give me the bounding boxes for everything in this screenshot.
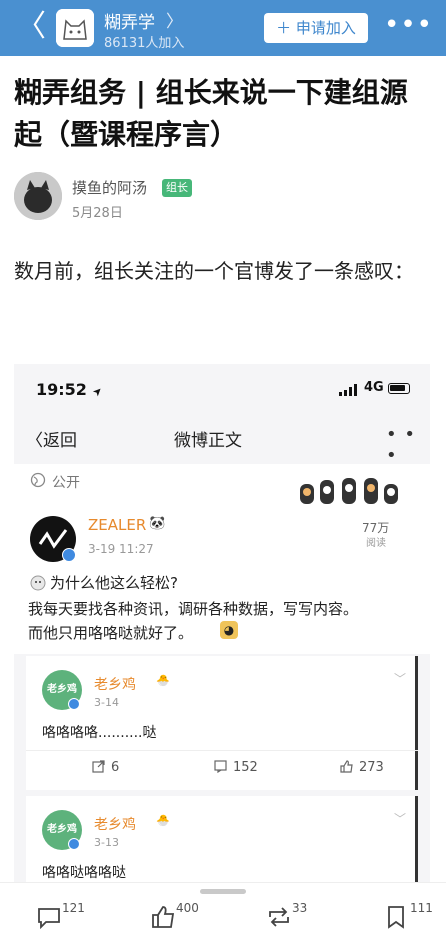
- comment-count: 121: [62, 901, 85, 915]
- verified-badge-icon: [62, 548, 76, 562]
- post-time: 3-19 11:27: [88, 542, 154, 556]
- drag-handle[interactable]: [200, 889, 246, 894]
- author-name[interactable]: 摸鱼的阿汤: [72, 177, 147, 198]
- repost-icon: [269, 907, 289, 927]
- post-line-1: 为什么他这么轻松?: [30, 572, 178, 593]
- article-title: 糊弄组务 | 组长来说一下建组源起（暨课程序言）: [14, 76, 408, 151]
- battery-icon: [388, 383, 410, 394]
- comment-date: 3-13: [94, 836, 119, 849]
- group-avatar[interactable]: [56, 9, 94, 47]
- more-options-button[interactable]: •••: [384, 10, 432, 44]
- thumbs-up-icon: [152, 906, 175, 928]
- group-member-count: 86131人加入: [104, 36, 185, 51]
- post-line-2: 我每天要找各种资讯，调研各种数据，写写内容。: [28, 600, 359, 618]
- signal-icon: [339, 384, 357, 396]
- collect-count: 111: [410, 901, 433, 915]
- comment-action[interactable]: 152: [214, 760, 258, 775]
- network-type: 4G: [364, 380, 384, 395]
- role-badge: 组长: [162, 179, 192, 197]
- post-author[interactable]: ZEALER: [88, 516, 146, 534]
- share-action[interactable]: 6: [92, 760, 119, 775]
- doge-emoji-icon: ◕: [220, 621, 238, 639]
- nav-title: 微博正文: [174, 431, 242, 451]
- group-chevron-icon[interactable]: 〉: [166, 7, 183, 32]
- chevron-down-icon[interactable]: ﹀: [394, 810, 406, 827]
- article-intro: 数月前，组长关注的一个官博发了一条感叹：: [14, 259, 414, 283]
- repost-count: 33: [292, 901, 308, 915]
- fan-badge-icon: 🐣: [156, 814, 170, 827]
- top-bar: 〈 糊弄学 〉 86131人加入 ＋ 申请加入 •••: [0, 0, 446, 56]
- comment-date: 3-14: [94, 696, 119, 709]
- visibility-label: 公开: [52, 475, 80, 491]
- verified-badge-icon: [68, 838, 80, 850]
- comment-text: 咯咯咯咯..........哒: [42, 725, 157, 741]
- comment-card: 老乡鸡 老乡鸡 🐣 3-13 ﹀ 咯咯哒咯咯哒: [26, 796, 418, 882]
- back-button[interactable]: 〈: [16, 10, 46, 44]
- cat-photo-icon: [14, 172, 62, 220]
- post-line-3: 而他只用咯咯哒就好了。: [28, 624, 194, 642]
- nav-back-button[interactable]: 〈返回: [26, 426, 77, 451]
- cat-logo-icon: [56, 9, 94, 47]
- chevron-down-icon[interactable]: ﹀: [394, 670, 406, 687]
- thinking-emoji-icon: [30, 575, 46, 591]
- like-count: 400: [176, 901, 199, 915]
- nav-more-icon[interactable]: • • •: [386, 424, 430, 466]
- share-icon: [92, 760, 105, 773]
- comment-card: 老乡鸡 老乡鸡 🐣 3-14 ﹀ 咯咯咯咯..........哒 6 152 2…: [26, 656, 418, 790]
- cat-paws-decoration-icon: [300, 478, 398, 504]
- status-time: 19:52 ➤: [36, 380, 105, 400]
- commenter-name[interactable]: 老乡鸡: [94, 814, 136, 834]
- group-name[interactable]: 糊弄学: [104, 8, 155, 33]
- thumbs-up-icon: [340, 760, 353, 773]
- views-label: 阅读: [366, 538, 386, 549]
- bottom-action-bar: 121 400 33 111: [0, 882, 446, 946]
- panda-emoji-icon: 🐼: [149, 516, 166, 531]
- comment-icon: [38, 908, 60, 929]
- author-avatar[interactable]: [14, 172, 62, 220]
- bookmark-icon: [388, 906, 404, 929]
- embedded-screenshot: 19:52 ➤ 4G 〈返回 微博正文 • • • 公开 ZEALER 🐼 3-…: [14, 364, 430, 882]
- post-date: 5月28日: [72, 206, 123, 221]
- join-group-button[interactable]: ＋ 申请加入: [264, 13, 368, 43]
- location-arrow-icon: ➤: [89, 383, 105, 400]
- fan-badge-icon: 🐣: [156, 674, 170, 687]
- weibo-post-card: 公开 ZEALER 🐼 3-19 11:27 77万 阅读 为什么他这么轻松? …: [14, 464, 430, 654]
- comment-text: 咯咯哒咯咯哒: [42, 865, 126, 881]
- commenter-name[interactable]: 老乡鸡: [94, 674, 136, 694]
- comment-icon: [214, 760, 227, 773]
- divider: [26, 750, 418, 751]
- like-action[interactable]: 273: [340, 760, 384, 775]
- verified-badge-icon: [68, 698, 80, 710]
- globe-icon: [30, 472, 46, 488]
